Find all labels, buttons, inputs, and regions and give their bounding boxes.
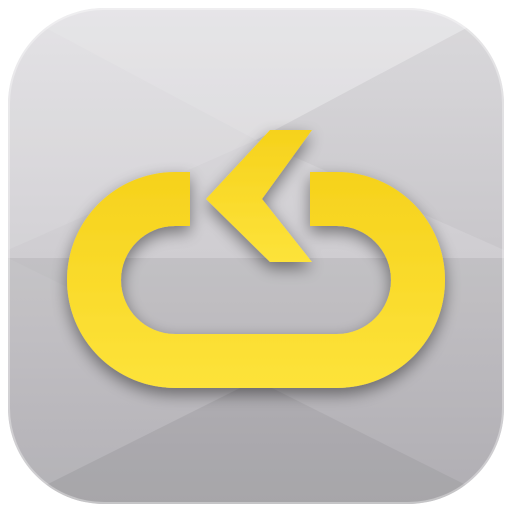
- icon-canvas: [0, 0, 512, 512]
- app-icon-tile[interactable]: [0, 0, 512, 512]
